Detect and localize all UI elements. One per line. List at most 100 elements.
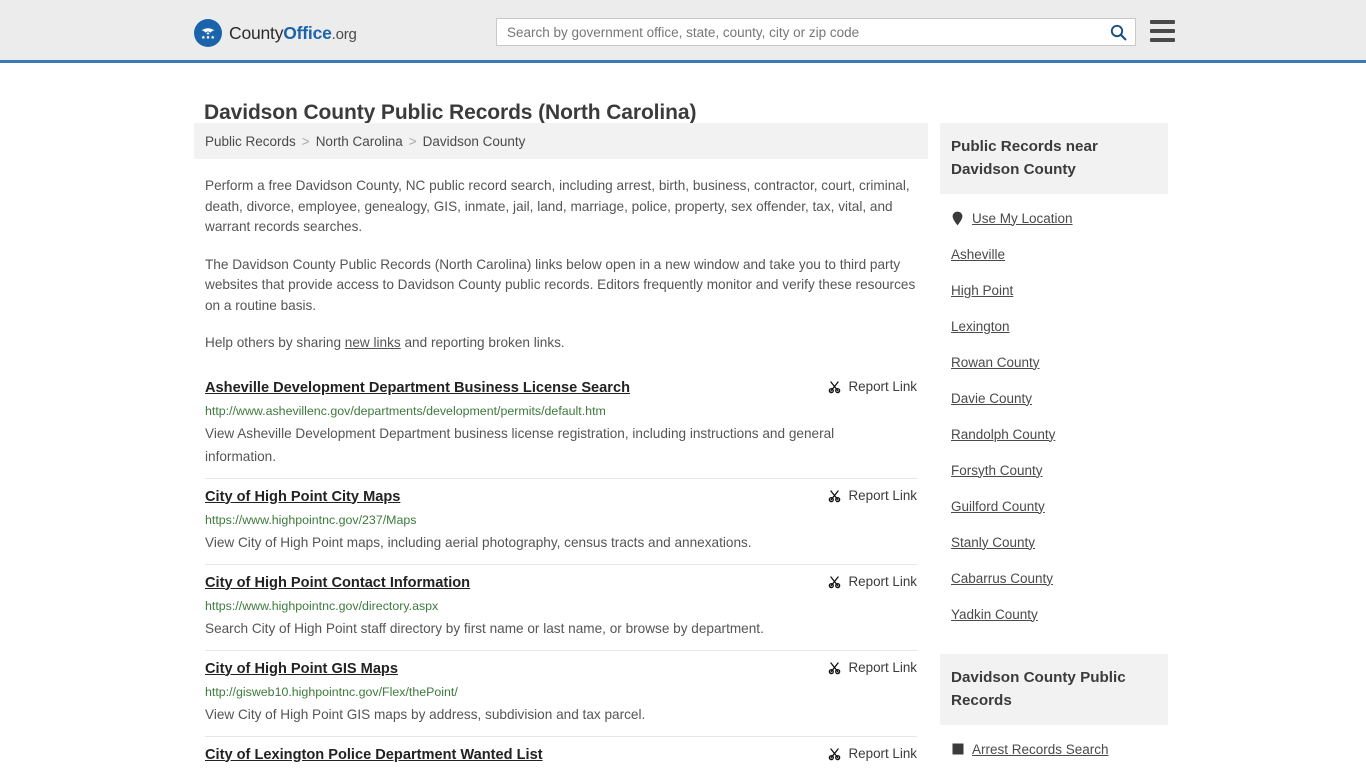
logo-text-org: .org [331, 25, 357, 43]
breadcrumb-item-davidson-county: Davidson County [422, 133, 526, 149]
broken-link-icon [828, 575, 840, 588]
hamburger-menu-icon[interactable] [1150, 20, 1175, 42]
report-link-button[interactable]: Report Link [827, 659, 917, 675]
result-header: City of High Point Contact Information R… [205, 573, 917, 593]
result-item: City of High Point Contact Information R… [205, 565, 917, 651]
search-bar [496, 18, 1136, 46]
result-description: Search City of High Point staff director… [205, 620, 764, 636]
report-link-button[interactable]: Report Link [827, 573, 917, 589]
report-link-label: Report Link [848, 745, 917, 761]
intro-paragraph-2: The Davidson County Public Records (Nort… [205, 256, 916, 313]
result-header: Asheville Development Department Busines… [205, 378, 917, 398]
sidebar-link-label: Arrest Records Search [972, 741, 1109, 757]
sidebar-county-records-links: Arrest Records Search Birth Records Sear… [940, 725, 1168, 768]
sidebar-item-high-point[interactable]: High Point [951, 272, 1157, 308]
report-link-label: Report Link [848, 659, 917, 675]
result-url: http://www.ashevillenc.gov/departments/d… [205, 403, 606, 418]
sidebar-item-arrest-records-search[interactable]: Arrest Records Search [951, 731, 1157, 767]
hamburger-bar [1150, 20, 1175, 24]
sidebar-link-label: Rowan County [951, 354, 1040, 370]
result-description: View Asheville Development Department bu… [205, 425, 835, 464]
sidebar-nearby-links: Use My Location Asheville High Point Lex… [940, 194, 1168, 632]
logo-text: CountyOffice.org [229, 23, 357, 44]
sidebar-nearby-title: Public Records near Davidson County [940, 123, 1168, 194]
intro-text: Perform a free Davidson County, NC publi… [194, 176, 928, 354]
sidebar-item-davie-county[interactable]: Davie County [951, 380, 1157, 416]
logo-text-office: Office [283, 22, 332, 43]
sidebar: Public Records near Davidson County Use … [940, 123, 1168, 768]
sidebar-link-label: Guilford County [951, 498, 1045, 514]
breadcrumb-item-public-records[interactable]: Public Records [205, 134, 296, 149]
result-item: City of High Point City Maps Report Link… [205, 479, 917, 565]
sidebar-county-records-title: Davidson County Public Records [940, 654, 1168, 725]
sidebar-item-lexington[interactable]: Lexington [951, 308, 1157, 344]
sidebar-link-label: Yadkin County [951, 606, 1038, 622]
sidebar-item-cabarrus-county[interactable]: Cabarrus County [951, 560, 1157, 596]
result-item: City of Lexington Police Department Want… [205, 737, 917, 768]
search-input[interactable] [497, 19, 1101, 45]
result-description: View City of High Point maps, including … [205, 534, 752, 550]
result-title-link[interactable]: City of High Point GIS Maps [205, 659, 398, 679]
breadcrumb-separator: > [408, 133, 417, 149]
result-header: City of Lexington Police Department Want… [205, 745, 917, 765]
map-pin-icon [951, 211, 964, 226]
broken-link-icon [828, 380, 840, 393]
sidebar-item-rowan-county[interactable]: Rowan County [951, 344, 1157, 380]
sidebar-link-label: Asheville [951, 246, 1006, 262]
broken-link-icon [828, 489, 840, 502]
result-header: City of High Point GIS Maps Report Link [205, 659, 917, 679]
search-icon [1110, 24, 1126, 40]
report-link-button[interactable]: Report Link [827, 487, 917, 503]
result-title-link[interactable]: City of High Point City Maps [205, 487, 400, 507]
result-item: Asheville Development Department Busines… [205, 376, 917, 479]
sidebar-link-label: High Point [951, 282, 1014, 298]
result-url: http://gisweb10.highpointnc.gov/Flex/the… [205, 684, 458, 699]
result-title-link[interactable]: City of Lexington Police Department Want… [205, 745, 543, 765]
main-content: Public Records > North Carolina > Davids… [194, 123, 928, 768]
result-title-link[interactable]: Asheville Development Department Busines… [205, 378, 630, 398]
sidebar-county-records-group: Davidson County Public Records Arrest Re… [940, 654, 1168, 768]
sidebar-item-yadkin-county[interactable]: Yadkin County [951, 596, 1157, 632]
sidebar-link-label: Use My Location [972, 210, 1073, 226]
report-link-label: Report Link [848, 378, 917, 394]
sidebar-link-label: Cabarrus County [951, 570, 1054, 586]
result-header: City of High Point City Maps Report Link [205, 487, 917, 507]
breadcrumb: Public Records > North Carolina > Davids… [194, 123, 928, 159]
sidebar-item-use-my-location[interactable]: Use My Location [951, 200, 1157, 236]
result-url: https://www.highpointnc.gov/directory.as… [205, 598, 439, 613]
breadcrumb-separator: > [301, 133, 310, 149]
report-link-button[interactable]: Report Link [827, 745, 917, 761]
eagle-seal-icon [194, 19, 222, 47]
sidebar-link-label: Davie County [951, 390, 1033, 406]
sidebar-item-randolph-county[interactable]: Randolph County [951, 416, 1157, 452]
sidebar-item-stanly-county[interactable]: Stanly County [951, 524, 1157, 560]
intro-paragraph-help: Help others by sharing new links and rep… [205, 333, 917, 354]
result-item: City of High Point GIS Maps Report Link … [205, 651, 917, 737]
site-header: CountyOffice.org [0, 0, 1366, 63]
result-url: https://www.highpointnc.gov/237/Maps [205, 512, 417, 527]
sidebar-item-asheville[interactable]: Asheville [951, 236, 1157, 272]
help-suffix: and reporting broken links. [400, 335, 565, 350]
breadcrumb-item-north-carolina[interactable]: North Carolina [316, 134, 403, 149]
help-prefix: Help others by sharing [205, 335, 345, 350]
hamburger-bar [1150, 29, 1175, 33]
sidebar-item-forsyth-county[interactable]: Forsyth County [951, 452, 1157, 488]
broken-link-icon [828, 747, 840, 760]
logo-text-county: County [229, 22, 284, 43]
report-link-label: Report Link [848, 487, 917, 503]
site-logo[interactable]: CountyOffice.org [194, 19, 357, 47]
results-list: Asheville Development Department Busines… [194, 376, 928, 768]
result-title-link[interactable]: City of High Point Contact Information [205, 573, 470, 593]
report-link-button[interactable]: Report Link [827, 378, 917, 394]
sidebar-link-label: Randolph County [951, 426, 1056, 442]
search-button[interactable] [1101, 19, 1135, 45]
broken-link-icon [828, 661, 840, 674]
sidebar-link-label: Lexington [951, 318, 1010, 334]
sidebar-link-label: Forsyth County [951, 462, 1043, 478]
new-links-link[interactable]: new links [345, 335, 401, 350]
page-title: Davidson County Public Records (North Ca… [204, 101, 697, 125]
sidebar-item-guilford-county[interactable]: Guilford County [951, 488, 1157, 524]
report-link-label: Report Link [848, 573, 917, 589]
handcuffs-square-icon [951, 742, 964, 757]
result-description: View City of High Point GIS maps by addr… [205, 706, 646, 722]
